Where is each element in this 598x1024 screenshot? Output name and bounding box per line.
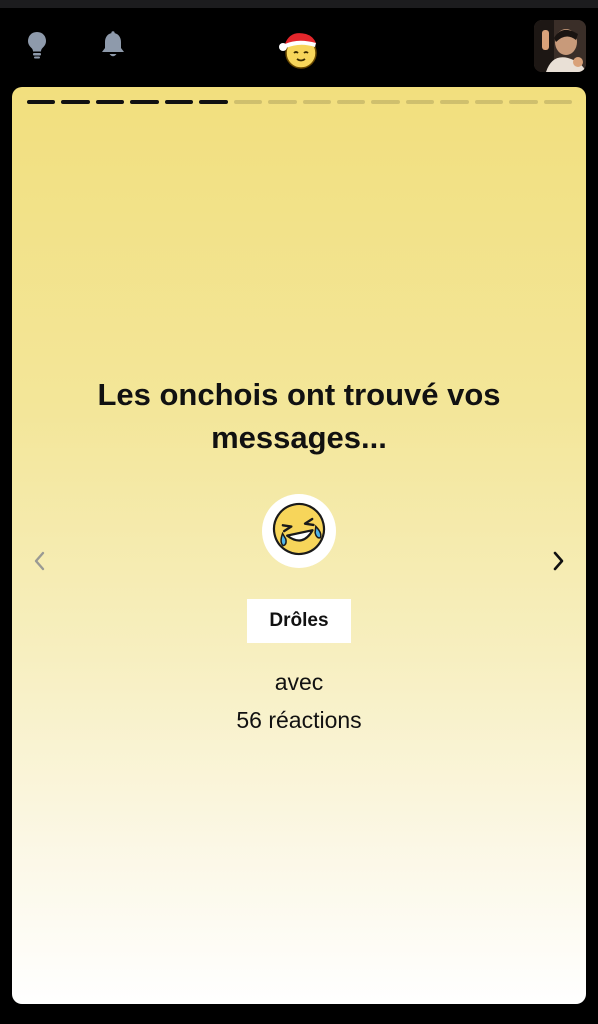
progress-segment [405,100,435,104]
story-progress-bar [27,100,572,104]
user-avatar[interactable] [534,20,586,72]
progress-segment [199,100,228,104]
story-card[interactable]: Les onchois ont trouvé vos messages... D… [12,87,586,1004]
progress-segment [474,100,504,104]
progress-segment [440,100,469,104]
status-strip [0,0,598,8]
reactions-count-line: 56 réactions [12,707,586,734]
reactions-label: réactions [268,707,362,733]
next-arrow-icon[interactable] [545,547,573,575]
lightbulb-icon[interactable] [22,30,52,60]
story-title: Les onchois ont trouvé vos messages... [97,377,501,455]
reactions-count: 56 [236,707,262,733]
rolling-on-floor-laughing-icon [270,500,328,563]
top-bar [0,8,598,86]
progress-segment [336,100,366,104]
progress-segment [27,100,56,104]
emoji-badge [262,494,336,568]
progress-segment [509,100,538,104]
progress-segment [302,100,331,104]
previous-arrow-icon[interactable] [25,547,53,575]
progress-segment [61,100,90,104]
progress-segment [371,100,400,104]
progress-segment [95,100,125,104]
progress-segment [130,100,159,104]
category-chip: Drôles [247,599,351,643]
santa-smiley-logo[interactable] [276,26,322,70]
progress-segment [164,100,194,104]
avec-label: avec [274,669,324,695]
progress-segment [268,100,297,104]
bell-icon[interactable] [98,30,128,60]
progress-segment [233,100,263,104]
progress-segment [543,100,572,104]
